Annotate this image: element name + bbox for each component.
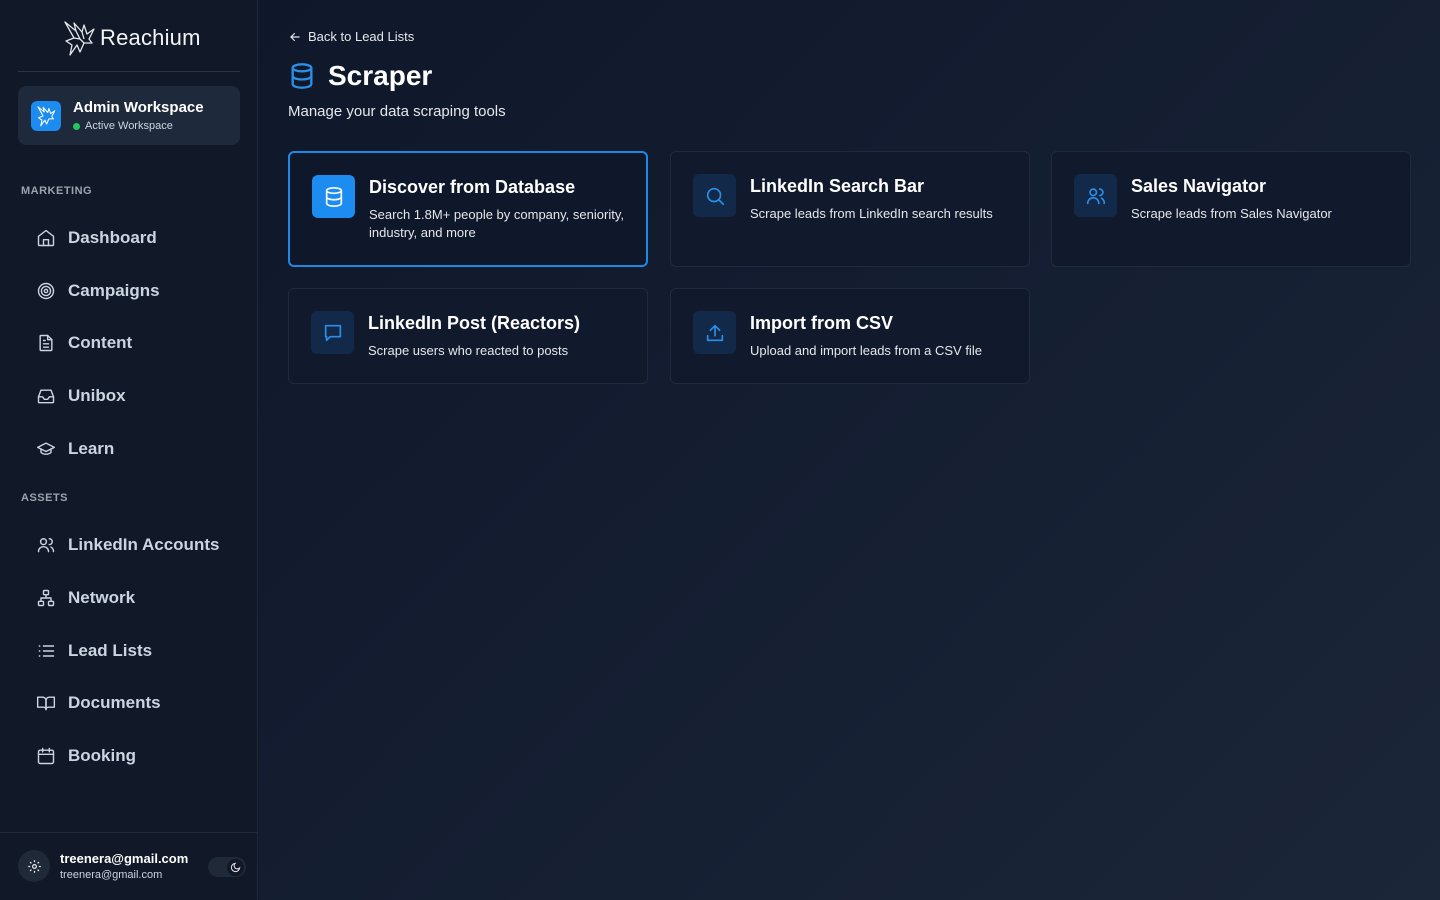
workspace-switcher[interactable]: Admin Workspace Active Workspace	[18, 86, 240, 145]
user-email: treenera@gmail.com	[60, 869, 163, 881]
sidebar-item-campaigns[interactable]: Campaigns	[36, 276, 160, 306]
sidebar-item-content[interactable]: Content	[36, 328, 132, 358]
card-description: Scrape leads from LinkedIn search result…	[750, 206, 993, 221]
graduation-cap-icon	[36, 442, 56, 455]
card-icon	[311, 311, 354, 354]
message-icon	[324, 324, 341, 341]
user-name: treenera@gmail.com	[60, 851, 189, 866]
sidebar-item-label: Network	[68, 588, 136, 607]
card-icon	[693, 311, 736, 354]
sidebar-item-label: Documents	[68, 693, 161, 712]
section-label-assets: ASSETS	[21, 492, 69, 504]
card-discover-from-database[interactable]: Discover from Database Search 1.8M+ peop…	[288, 151, 648, 267]
list-icon	[38, 645, 55, 657]
workspace-name: Admin Workspace	[73, 99, 204, 116]
search-icon	[706, 187, 724, 205]
document-icon	[39, 334, 53, 352]
sidebar-item-label: Unibox	[68, 386, 126, 405]
sidebar-item-booking[interactable]: Booking	[36, 741, 136, 771]
sidebar-item-network[interactable]: Network	[36, 583, 135, 613]
users-icon	[1086, 187, 1105, 204]
bird-logo-icon	[37, 105, 56, 126]
database-icon	[325, 186, 342, 207]
sidebar-item-learn[interactable]: Learn	[36, 434, 114, 464]
bird-logo-icon	[64, 21, 95, 56]
card-icon	[693, 174, 736, 217]
arrow-left-icon	[290, 32, 300, 41]
page-subtitle: Manage your data scraping tools	[288, 103, 506, 120]
theme-toggle[interactable]	[208, 857, 246, 877]
section-label-marketing: MARKETING	[21, 185, 93, 197]
card-title: LinkedIn Post (Reactors)	[368, 313, 581, 333]
sidebar-item-label: Learn	[68, 439, 115, 458]
card-title: LinkedIn Search Bar	[750, 176, 925, 196]
card-description: Upload and import leads from a CSV file	[750, 343, 982, 358]
brand-name: Reachium	[100, 25, 201, 50]
sidebar-item-label: Campaigns	[68, 281, 160, 300]
workspace-status: Active Workspace	[73, 120, 204, 132]
network-icon	[37, 589, 55, 607]
sidebar-item-label: Content	[68, 333, 133, 352]
book-icon	[36, 696, 56, 711]
home-icon	[37, 229, 55, 247]
card-title: Sales Navigator	[1131, 176, 1267, 196]
settings-button[interactable]	[18, 850, 50, 882]
sidebar-item-label: Booking	[68, 746, 136, 765]
inbox-icon	[37, 389, 55, 404]
sidebar-item-linkedin-accounts[interactable]: LinkedIn Accounts	[36, 530, 219, 560]
main-content: Back to Lead Lists Scraper Manage your d…	[259, 0, 1440, 900]
status-dot	[73, 122, 80, 130]
workspace-status-label: Active Workspace	[85, 120, 173, 132]
moon-icon	[230, 862, 241, 872]
card-linkedin-search-bar[interactable]: LinkedIn Search Bar Scrape leads from Li…	[670, 151, 1030, 267]
sidebar-item-dashboard[interactable]: Dashboard	[36, 223, 157, 253]
card-description: Scrape leads from Sales Navigator	[1131, 206, 1332, 221]
sidebar-item-unibox[interactable]: Unibox	[36, 381, 126, 411]
card-icon	[1074, 174, 1117, 217]
brand-logo[interactable]: Reachium	[62, 18, 201, 58]
sidebar-item-documents[interactable]: Documents	[36, 688, 161, 718]
database-icon	[291, 63, 313, 89]
card-title: Discover from Database	[369, 177, 576, 197]
card-description: Search 1.8M+ people by company, seniorit…	[369, 207, 624, 240]
card-title: Import from CSV	[750, 313, 894, 333]
card-icon	[312, 175, 355, 218]
card-sales-navigator[interactable]: Sales Navigator Scrape leads from Sales …	[1051, 151, 1411, 267]
back-link[interactable]: Back to Lead Lists	[288, 29, 414, 44]
divider	[18, 71, 240, 72]
sidebar: Reachium Admin Workspace Active Workspac…	[0, 0, 258, 900]
sidebar-item-label: Lead Lists	[68, 641, 153, 660]
workspace-avatar	[31, 100, 61, 131]
page-header: Scraper	[288, 60, 432, 92]
sidebar-item-label: Dashboard	[68, 228, 157, 247]
user-profile[interactable]: treenera@gmail.com treenera@gmail.com	[18, 850, 188, 882]
sidebar-item-label: LinkedIn Accounts	[68, 535, 220, 554]
upload-icon	[706, 324, 723, 341]
back-link-label: Back to Lead Lists	[308, 29, 415, 44]
card-description: Scrape users who reacted to posts	[368, 343, 569, 358]
card-import-from-csv[interactable]: Import from CSV Upload and import leads …	[670, 288, 1030, 384]
gear-icon	[27, 859, 41, 873]
toggle-knob	[227, 858, 244, 876]
page-title: Scraper	[328, 60, 433, 91]
target-icon	[37, 282, 55, 300]
card-linkedin-post-reactors[interactable]: LinkedIn Post (Reactors) Scrape users wh…	[288, 288, 648, 384]
divider	[0, 832, 258, 833]
users-icon	[37, 538, 55, 553]
sidebar-item-lead-lists[interactable]: Lead Lists	[36, 636, 152, 666]
calendar-icon	[37, 747, 55, 765]
